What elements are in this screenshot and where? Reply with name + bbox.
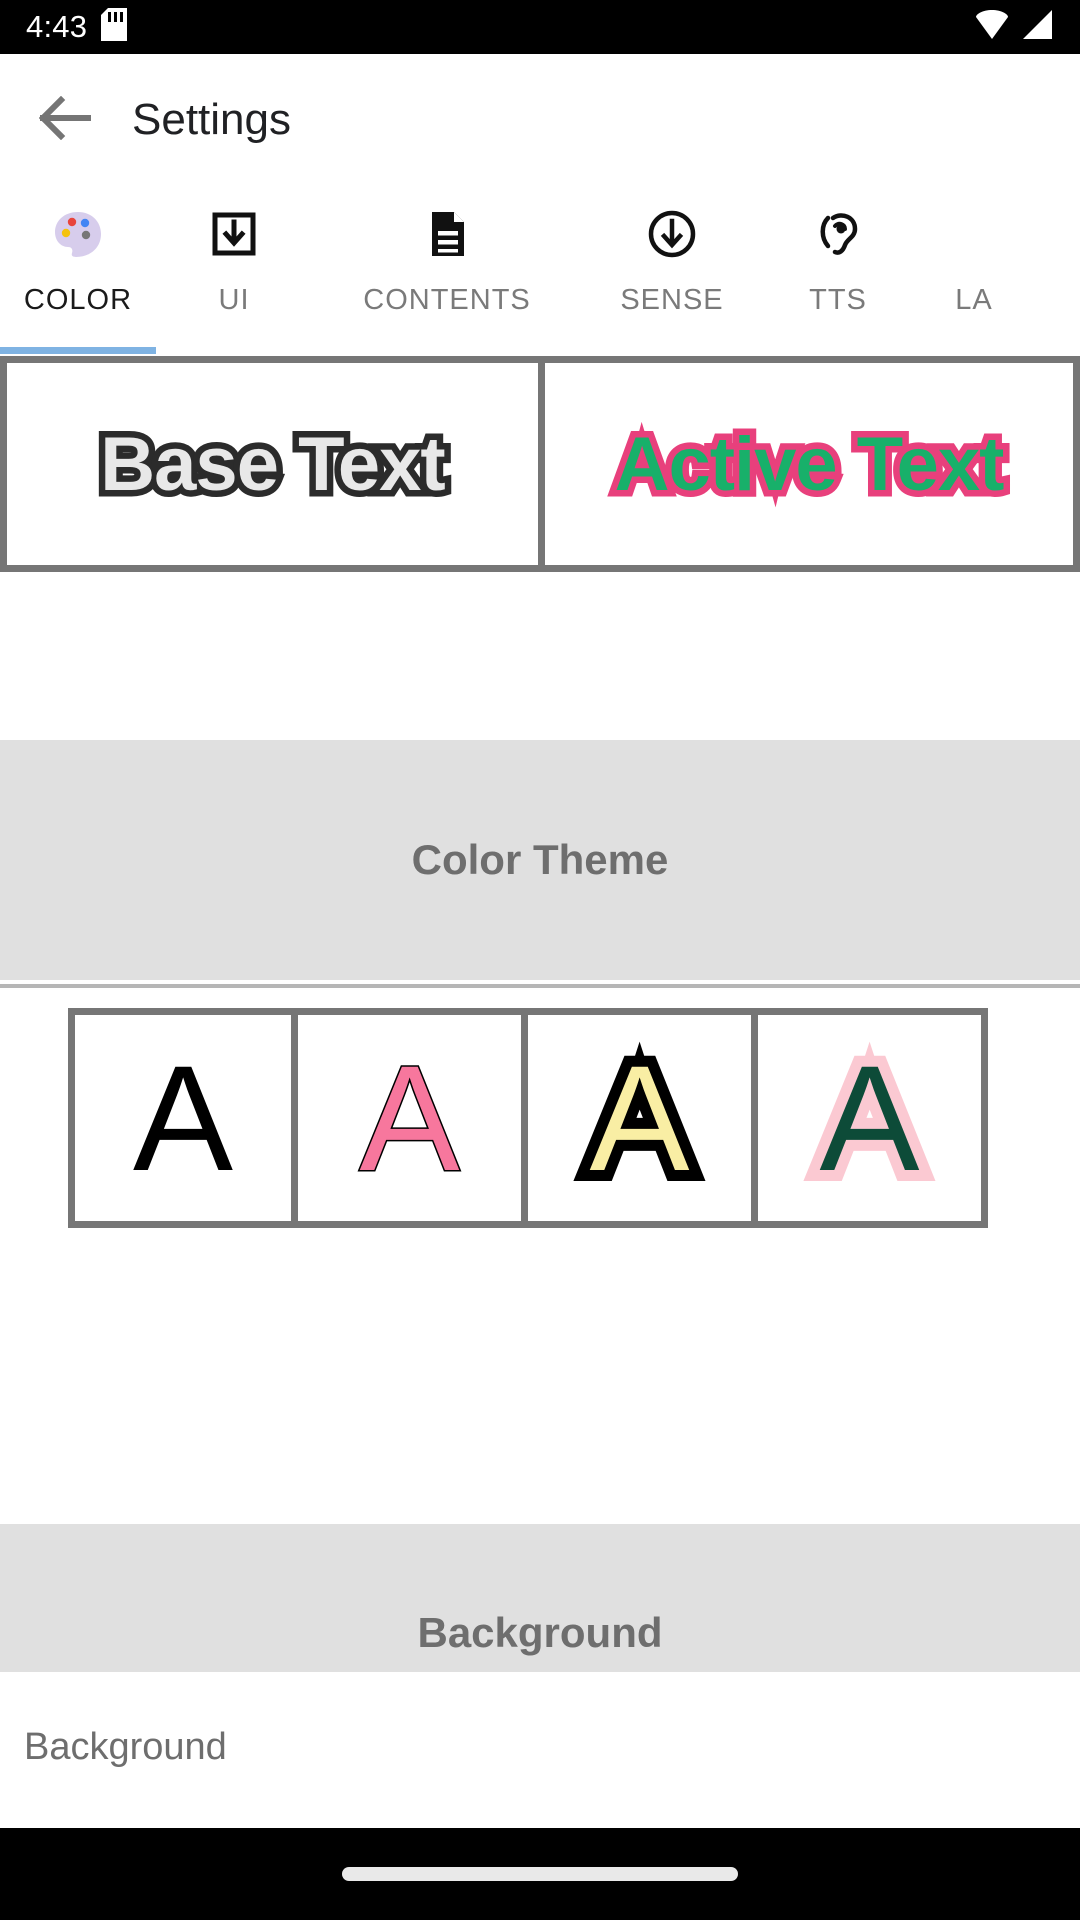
color-theme-section-header: Color Theme [0,740,1080,980]
tab-label-sense: SENSE [620,284,724,316]
circle-down-arrow-icon [644,206,700,262]
status-bar-left: 4:43 [26,8,128,46]
sd-card-icon [101,8,128,46]
settings-tab-bar[interactable]: COLOR UI CONTENTS SENSE TTS LA [0,186,1080,354]
app-screen: 4:43 Settings COLOR UI CONTENTS SENSE TT… [0,0,1080,1920]
color-theme-title: Color Theme [411,836,669,883]
background-title: Background [417,1609,663,1656]
color-theme-swatch-2[interactable]: A [298,1008,528,1228]
tab-language[interactable]: LA [914,186,1034,354]
system-navigation-bar [0,1828,1080,1920]
app-toolbar: Settings [0,54,1080,186]
tab-label-contents: CONTENTS [363,284,531,316]
back-arrow-icon [38,95,92,145]
tab-indicator [762,347,914,354]
base-text-sample: Base Text [94,415,452,513]
tab-indicator [914,347,1034,354]
status-bar-right [975,9,1054,45]
tab-label-language: LA [955,284,993,316]
active-text-sample: Active Text [608,415,1011,513]
color-theme-swatch-4[interactable]: A [758,1008,988,1228]
color-theme-swatch-1[interactable]: A [68,1008,298,1228]
wifi-icon [975,9,1009,45]
color-theme-swatch-3[interactable]: A [528,1008,758,1228]
tab-tts[interactable]: TTS [762,186,914,354]
tab-contents[interactable]: CONTENTS [312,186,582,354]
language-icon [946,206,1002,262]
tab-sense[interactable]: SENSE [582,186,762,354]
gesture-handle[interactable] [342,1867,738,1881]
page-title: Settings [132,95,291,144]
tab-ui[interactable]: UI [156,186,312,354]
ear-hearing-icon [810,206,866,262]
swatch-letter: A [578,1032,700,1204]
active-text-preview[interactable]: Active Text [545,356,1080,572]
back-button[interactable] [32,87,98,153]
base-text-preview[interactable]: Base Text [0,356,545,572]
tab-indicator [312,347,582,354]
tab-color[interactable]: COLOR [0,186,156,354]
swatch-letter: A [808,1032,930,1204]
tab-label-color: COLOR [23,284,133,316]
document-icon [419,206,475,262]
swatch-letter: A [132,1034,234,1202]
tab-indicator [582,347,762,354]
tab-indicator [156,347,312,354]
status-bar: 4:43 [0,0,1080,54]
tab-label-tts: TTS [809,284,867,316]
color-theme-divider [0,984,1080,988]
signal-icon [1022,9,1054,45]
palette-icon [50,206,106,262]
color-theme-swatch-row[interactable]: A A A A [68,1008,988,1228]
text-preview-row: Base Text Active Text [0,356,1080,572]
swatch-letter: A [358,1034,461,1202]
status-bar-clock: 4:43 [26,9,88,44]
tab-indicator [0,347,156,354]
tab-label-ui: UI [218,284,250,316]
download-box-icon [206,206,262,262]
background-row-label: Background [24,1726,227,1768]
